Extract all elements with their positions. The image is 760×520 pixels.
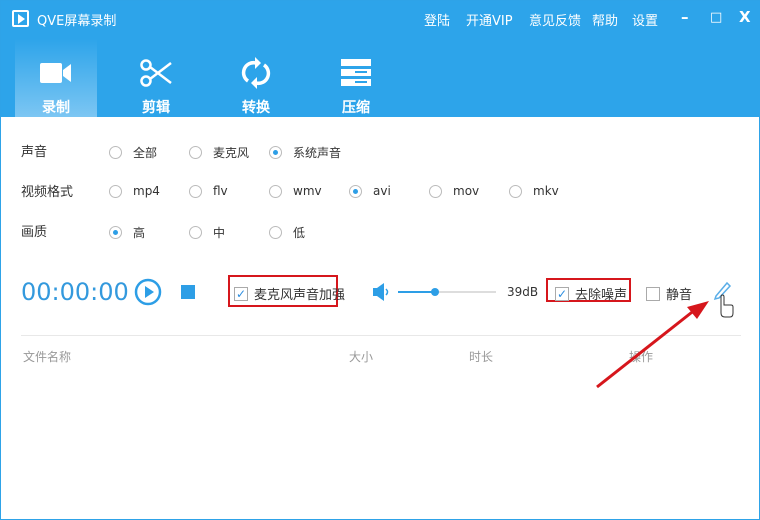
timer-display: 00:00:00 [21,278,129,306]
format-radio-wmv[interactable]: wmv [269,184,322,198]
close-button[interactable]: X [739,8,751,26]
format-radio-avi[interactable]: avi [349,184,391,198]
tab-label: 录制 [42,100,70,116]
audio-label: 声音 [21,145,48,160]
radio-label: mkv [533,184,559,198]
volume-value: 39dB [507,285,539,299]
login-link[interactable]: 登陆 [424,10,450,29]
radio-circle [189,226,202,239]
radio-circle [109,184,122,198]
audio-radio-麦克风[interactable]: 麦克风 [189,144,249,161]
audio-radio-系统声音[interactable]: 系统声音 [269,144,341,161]
format-radio-mov[interactable]: mov [429,184,479,198]
radio-circle [189,146,202,159]
radio-label: 高 [133,226,146,240]
header: QVE屏幕录制 登陆 开通VIP 意见反馈 帮助 设置 – □ X 录制 剪辑 … [1,1,760,117]
format-label: 视频格式 [21,185,74,200]
play-button[interactable] [134,278,162,306]
radio-label: avi [373,184,391,198]
col-duration: 时长 [469,350,494,364]
quality-radio-中[interactable]: 中 [189,224,225,241]
annotation-arrow [596,301,709,389]
volume-slider-handle[interactable] [431,288,440,296]
radio-circle [349,184,362,198]
tab-convert[interactable]: 转换 [215,39,297,117]
audio-radio-全部[interactable]: 全部 [109,144,157,161]
format-radio-mkv[interactable]: mkv [509,184,559,198]
quality-label: 画质 [21,225,48,240]
app-logo-icon [12,10,29,27]
tab-label: 压缩 [342,100,370,116]
video-camera-icon [15,53,97,93]
tab-compress[interactable]: 压缩 [315,39,397,117]
radio-label: 麦克风 [213,146,250,160]
radio-circle [269,226,282,239]
radio-circle [269,146,282,159]
volume-slider[interactable] [398,288,496,296]
quality-radio-高[interactable]: 高 [109,224,145,241]
radio-circle [509,184,522,198]
speaker-icon[interactable] [373,283,389,301]
radio-label: flv [213,184,228,198]
radio-label: mp4 [133,184,160,198]
tab-label: 剪辑 [142,100,170,116]
col-size: 大小 [349,350,374,364]
check-icon: ✓ [555,286,569,301]
radio-label: mov [453,184,480,198]
scissors-icon [115,53,197,93]
refresh-icon [215,53,297,93]
radio-label: 中 [213,226,226,240]
mic-boost-label: 麦克风声音加强 [254,288,346,303]
stop-button[interactable] [181,285,195,299]
app-title: QVE屏幕录制 [37,14,117,29]
minimize-button[interactable]: – [681,8,689,26]
format-radio-flv[interactable]: flv [189,184,228,198]
radio-circle [429,184,442,198]
maximize-button[interactable]: □ [710,10,722,25]
radio-label: 系统声音 [293,146,342,160]
check-icon: ✓ [234,286,248,301]
vip-link[interactable]: 开通VIP [466,10,513,29]
radio-circle [109,226,122,239]
radio-label: 低 [293,226,306,240]
mic-boost-checkbox[interactable]: ✓ 麦克风声音加强 [234,284,345,303]
tab-label: 转换 [242,100,270,116]
tab-edit[interactable]: 剪辑 [115,39,197,117]
radio-circle [109,146,122,159]
quality-radio-低[interactable]: 低 [269,224,305,241]
col-filename: 文件名称 [23,350,72,364]
radio-label: wmv [293,184,322,198]
help-link[interactable]: 帮助 [592,10,618,29]
radio-label: 全部 [133,146,158,160]
radio-circle [269,184,282,198]
server-icon [315,53,397,93]
settings-link[interactable]: 设置 [632,10,658,29]
format-radio-mp4[interactable]: mp4 [109,184,160,198]
pencil-icon[interactable] [713,279,737,319]
feedback-link[interactable]: 意见反馈 [529,10,581,29]
tab-record[interactable]: 录制 [15,39,97,117]
radio-circle [189,184,202,198]
